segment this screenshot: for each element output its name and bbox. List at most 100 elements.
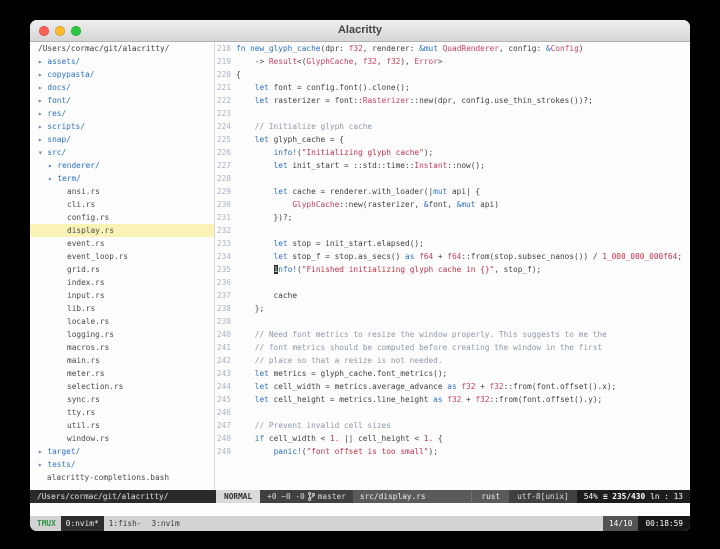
git-hunks: +0 ~0 -0 <box>267 492 305 501</box>
code-line-248[interactable]: 248 if cell_width < 1. || cell_height < … <box>215 432 690 445</box>
tree-item-sync-rs[interactable]: sync.rs <box>30 393 214 406</box>
tmux-window-1-fish-[interactable]: 1:fish- <box>104 516 147 531</box>
tree-item-logging-rs[interactable]: logging.rs <box>30 328 214 341</box>
close-button[interactable] <box>39 26 49 36</box>
code-line-221[interactable]: 221 let font = config.font().clone(); <box>215 81 690 94</box>
chevron-right-icon: ▸ <box>48 161 58 170</box>
tree-item-term[interactable]: ▸ term/ <box>30 172 214 185</box>
code-line-240[interactable]: 240 // Need font metrics to resize the w… <box>215 328 690 341</box>
code-line-232[interactable]: 232 <box>215 224 690 237</box>
tree-item-src[interactable]: ▾ src/ <box>30 146 214 159</box>
chevron-right-icon: ▸ <box>38 57 48 66</box>
tree-item-target[interactable]: ▸ target/ <box>30 445 214 458</box>
cursor-position: 54% ≡ 235/430 ln : 13 <box>576 490 690 503</box>
code-line-233[interactable]: 233 let stop = init_start.elapsed(); <box>215 237 690 250</box>
tree-item-label: res/ <box>47 109 67 118</box>
tree-item-window-rs[interactable]: window.rs <box>30 432 214 445</box>
tree-item-label: locale.rs <box>67 317 110 326</box>
code-line-234[interactable]: 234 let stop_f = stop.as_secs() as f64 +… <box>215 250 690 263</box>
line-number: 240 <box>216 330 231 339</box>
tree-item-snap[interactable]: ▸ snap/ <box>30 133 214 146</box>
tree-item-font[interactable]: ▸ font/ <box>30 94 214 107</box>
code-line-226[interactable]: 226 info!("Initializing glyph cache"); <box>215 146 690 159</box>
code-line-222[interactable]: 222 let rasterizer = font::Rasterizer::n… <box>215 94 690 107</box>
tree-item-renderer[interactable]: ▸ renderer/ <box>30 159 214 172</box>
tree-item-input-rs[interactable]: input.rs <box>30 289 214 302</box>
tree-item-selection-rs[interactable]: selection.rs <box>30 380 214 393</box>
code-line-218[interactable]: 218 fn new_glyph_cache(dpr: f32, renderer… <box>215 42 690 55</box>
tree-item-label: macros.rs <box>67 343 110 352</box>
editor-panel[interactable]: 218 fn new_glyph_cache(dpr: f32, renderer… <box>215 42 690 490</box>
code-line-231[interactable]: 231 })?; <box>215 211 690 224</box>
code-line-243[interactable]: 243 let metrics = glyph_cache.font_metri… <box>215 367 690 380</box>
tmux-right-status: 14/10 00:18:59 <box>602 516 690 531</box>
tree-item-tty-rs[interactable]: tty.rs <box>30 406 214 419</box>
code-line-224[interactable]: 224 // Initialize glyph cache <box>215 120 690 133</box>
tree-item-lib-rs[interactable]: lib.rs <box>30 302 214 315</box>
tmux-window-3-nvim[interactable]: 3:nvim <box>147 516 185 531</box>
tree-item-assets[interactable]: ▸ assets/ <box>30 55 214 68</box>
tree-item-label: alacritty-completions.bash <box>47 473 170 482</box>
code-line-227[interactable]: 227 let init_start = ::std::time::Instan… <box>215 159 690 172</box>
code-line-223[interactable]: 223 <box>215 107 690 120</box>
tree-item-res[interactable]: ▸ res/ <box>30 107 214 120</box>
code-text: let stop = init_start.elapsed(); <box>273 239 424 248</box>
tmux-session-name: TMUX <box>37 519 56 528</box>
tree-item-ansi-rs[interactable]: ansi.rs <box>30 185 214 198</box>
tree-item-event-rs[interactable]: event.rs <box>30 237 214 250</box>
tree-item-alacritty-completions-bash[interactable]: alacritty-completions.bash <box>30 471 214 484</box>
code-line-220[interactable]: 220 { <box>215 68 690 81</box>
tree-item-main-rs[interactable]: main.rs <box>30 354 214 367</box>
minimize-button[interactable] <box>55 26 65 36</box>
tree-item-label: main.rs <box>67 356 100 365</box>
zoom-button[interactable] <box>71 26 81 36</box>
line-number: 225 <box>216 135 231 144</box>
chevron-right-icon: ▸ <box>48 174 58 183</box>
mode-indicator: NORMAL <box>216 490 261 503</box>
tree-item-event_loop-rs[interactable]: event_loop.rs <box>30 250 214 263</box>
code-line-230[interactable]: 230 GlyphCache::new(rasterizer, &font, &… <box>215 198 690 211</box>
line-number: 243 <box>216 369 231 378</box>
code-line-239[interactable]: 239 <box>215 315 690 328</box>
tree-item-display-rs[interactable]: display.rs <box>30 224 214 237</box>
tree-item-tests[interactable]: ▸ tests/ <box>30 458 214 471</box>
code-line-219[interactable]: 219 -> Result<(GlyphCache, f32, f32), Er… <box>215 55 690 68</box>
code-line-246[interactable]: 246 <box>215 406 690 419</box>
code-line-225[interactable]: 225 let glyph_cache = { <box>215 133 690 146</box>
code-line-241[interactable]: 241 // font metrics should be computed b… <box>215 341 690 354</box>
code-text: // font metrics should be computed befor… <box>236 343 603 352</box>
tree-item-label: input.rs <box>67 291 105 300</box>
code-line-235[interactable]: 235 info!("Finished initializing glyph c… <box>215 263 690 276</box>
code-line-249[interactable]: 249 panic!("font offset is too small"); <box>215 445 690 458</box>
code-line-238[interactable]: 238 }; <box>215 302 690 315</box>
tree-item-docs[interactable]: ▸ docs/ <box>30 81 214 94</box>
tree-item-macros-rs[interactable]: macros.rs <box>30 341 214 354</box>
command-line[interactable] <box>30 503 690 516</box>
tree-item-index-rs[interactable]: index.rs <box>30 276 214 289</box>
code-line-237[interactable]: 237 cache <box>215 289 690 302</box>
tree-item-grid-rs[interactable]: grid.rs <box>30 263 214 276</box>
code-line-242[interactable]: 242 // place so that a resize is not nee… <box>215 354 690 367</box>
code-line-229[interactable]: 229 let cache = renderer.with_loader(|mu… <box>215 185 690 198</box>
tree-item-config-rs[interactable]: config.rs <box>30 211 214 224</box>
tree-root-path[interactable]: /Users/cormac/git/alacritty/ <box>30 42 214 55</box>
tree-item-util-rs[interactable]: util.rs <box>30 419 214 432</box>
tree-item-label: assets/ <box>47 57 81 66</box>
chevron-right-icon: ▸ <box>38 83 48 92</box>
titlebar[interactable]: Alacritty <box>30 20 690 42</box>
line-number: 220 <box>216 70 231 79</box>
code-line-236[interactable]: 236 <box>215 276 690 289</box>
tree-item-copypasta[interactable]: ▸ copypasta/ <box>30 68 214 81</box>
code-line-228[interactable]: 228 <box>215 172 690 185</box>
code-line-244[interactable]: 244 let cell_width = metrics.average_adv… <box>215 380 690 393</box>
git-segment: +0 ~0 -0 master <box>260 490 353 503</box>
tree-item-locale-rs[interactable]: locale.rs <box>30 315 214 328</box>
line-number: 226 <box>216 148 231 157</box>
chevron-right-icon: ▸ <box>38 109 48 118</box>
tree-item-scripts[interactable]: ▸ scripts/ <box>30 120 214 133</box>
tree-item-cli-rs[interactable]: cli.rs <box>30 198 214 211</box>
code-line-245[interactable]: 245 let cell_height = metrics.line_heigh… <box>215 393 690 406</box>
tmux-window-0-nvim-[interactable]: 0:nvim* <box>60 516 104 531</box>
code-line-247[interactable]: 247 // Prevent invalid cell sizes <box>215 419 690 432</box>
tree-item-meter-rs[interactable]: meter.rs <box>30 367 214 380</box>
